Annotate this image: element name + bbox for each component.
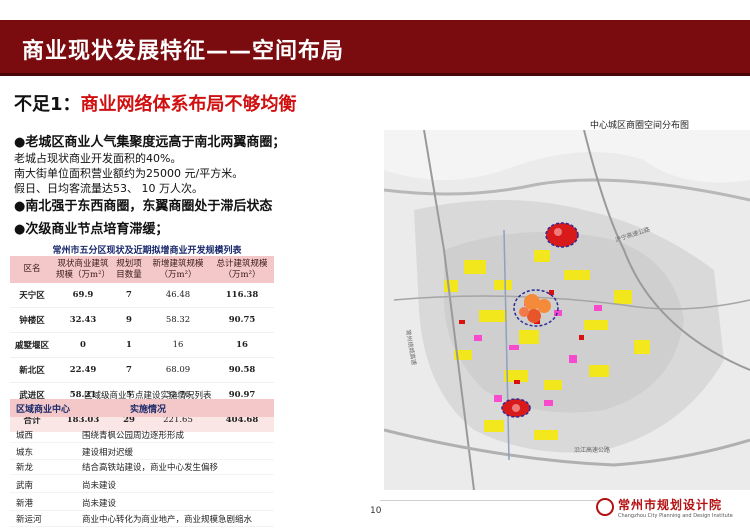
table-header-cell: 区名 (10, 256, 54, 284)
slide-title: 商业现状发展特征——空间布局 (22, 39, 345, 64)
logo-english: Changzhou City Planning and Design Insti… (618, 513, 733, 519)
subtitle: 不足1：商业网络体系布局不够均衡 (14, 90, 297, 116)
bullet-1-line-3: 假日、日均客流量达53、 10 万人次。 (14, 182, 203, 195)
bullet-2: ●南北强于东西商圈，东翼商圈处于滞后状态 (14, 199, 273, 214)
table-cell: 0 (54, 332, 112, 359)
table2-cell: 结合高铁站建设，商业中心发生偏移 (82, 463, 219, 473)
table2-cell: 围绕青枫公园周边逐形形成 (82, 431, 185, 441)
top-strip (0, 0, 750, 20)
table-row: 戚墅堰区 0 1 16 16 (10, 332, 274, 359)
bullet-3: ●次级商业节点培育滞缓； (14, 222, 169, 237)
table2-row: 新龙 结合高铁站建设，商业中心发生偏移 (10, 458, 274, 475)
table-cell: 1 (112, 332, 146, 359)
table2-header-cell: 区域商业中心 (16, 405, 71, 415)
commercial-district-map: 沪宁高速公路 常州绕城高速 沿江高速公路 (384, 130, 750, 490)
table-cell: 7 (112, 357, 146, 384)
table-header-cell: 现状商业建筑规模（万m²） (54, 256, 112, 284)
table-cell: 钟楼区 (10, 307, 54, 334)
table-cell: 戚墅堰区 (10, 332, 54, 359)
table2-row: 城西 围绕青枫公园周边逐形形成 (10, 426, 274, 443)
table2-cell: 武南 (16, 481, 34, 491)
table-cell: 16 (210, 332, 274, 359)
table2-cell: 建设相对迟缓 (82, 448, 134, 458)
table2-cell: 尚未建设 (82, 481, 117, 491)
logo-chinese: 常州市规划设计院 (618, 498, 723, 512)
table-row: 钟楼区 32.43 9 58.32 90.75 (10, 307, 274, 334)
table-cell: 68.09 (146, 357, 210, 384)
subtitle-main: 商业网络体系布局不够均衡 (80, 94, 297, 115)
bullet-1-line-1: 老城占现状商业开发面积的40%。 (14, 152, 182, 165)
table2-header-cell: 实施情况 (130, 405, 167, 415)
table-header-cell: 规划项目数量 (112, 256, 146, 284)
title-band: 商业现状发展特征——空间布局 (0, 20, 750, 76)
bullet-1: ●老城区商业人气集聚度远高于南北两翼商圈； (14, 135, 286, 150)
table2-cell: 城东 (16, 448, 34, 458)
table-cell: 新北区 (10, 357, 54, 384)
table-cell: 7 (112, 283, 146, 309)
seal-icon (596, 498, 614, 516)
table-row: 天宁区 69.9 7 46.48 116.38 (10, 283, 274, 309)
table2-row: 新港 尚未建设 (10, 494, 274, 511)
map-svg: 沪宁高速公路 常州绕城高速 沿江高速公路 (384, 130, 750, 490)
table-cell: 58.32 (146, 307, 210, 334)
table-cell: 46.48 (146, 283, 210, 309)
table-cell: 69.9 (54, 283, 112, 309)
table-header-cell: 总计建筑规模（万m²） (210, 256, 274, 284)
table-cell: 116.38 (210, 283, 274, 309)
table2-cell: 新龙 (16, 463, 34, 473)
table2-cell: 商业中心转化为商业地产，商业规模急剧缩水 (82, 515, 253, 525)
table2-cell: 尚未建设 (82, 499, 117, 509)
table-cell: 天宁区 (10, 283, 54, 309)
table-header-row: 区名 现状商业建筑规模（万m²） 规划项目数量 新增建筑规模（万m²） 总计建筑… (10, 256, 274, 284)
table-row: 新北区 22.49 7 68.09 90.58 (10, 357, 274, 384)
institute-logo: 常州市规划设计院 Changzhou City Planning and Des… (596, 496, 746, 526)
table2-cell: 新运河 (16, 515, 42, 525)
table-cell: 9 (112, 307, 146, 334)
table-header-cell: 新增建筑规模（万m²） (146, 256, 210, 284)
table-cell: 16 (146, 332, 210, 359)
subtitle-prefix: 不足1： (14, 94, 81, 115)
table2-header: 区域商业中心 实施情况 (10, 399, 274, 417)
bullet-1-line-2: 南大街单位面积营业额约为25000 元/平方米。 (14, 167, 244, 180)
table-cell: 32.43 (54, 307, 112, 334)
page-number: 10 (370, 506, 382, 516)
table-cell: 90.58 (210, 357, 274, 384)
table2-cell: 新港 (16, 499, 34, 509)
table2-cell: 城西 (16, 431, 34, 441)
table-cell: 90.75 (210, 307, 274, 334)
table1-caption: 常州市五分区现状及近期拟增商业开发规模列表 (52, 246, 242, 256)
footer-divider (380, 500, 600, 501)
table-cell: 22.49 (54, 357, 112, 384)
table2-row: 武南 尚未建设 (10, 476, 274, 493)
expressway-label-south: 沿江高速公路 (574, 446, 610, 454)
table2-row: 新运河 商业中心转化为商业地产，商业规模急剧缩水 (10, 510, 274, 527)
